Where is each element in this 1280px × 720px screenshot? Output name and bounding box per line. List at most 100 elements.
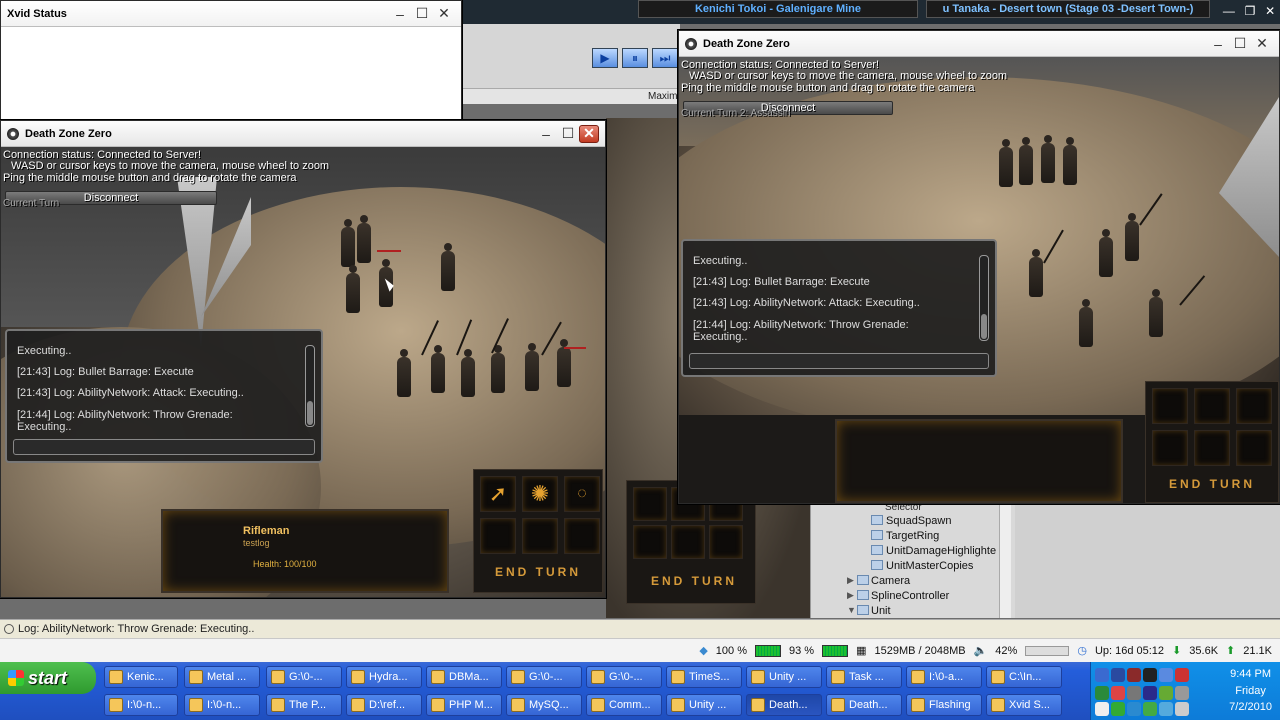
- ability-slot[interactable]: [1152, 430, 1188, 466]
- tray-app-icon[interactable]: [1159, 702, 1173, 716]
- expand-arrow-icon[interactable]: ▶: [847, 575, 854, 586]
- ally-soldier[interactable]: [431, 345, 445, 393]
- game-titlebar[interactable]: Death Zone Zero – ☐ ✕: [679, 31, 1279, 57]
- minimize-icon[interactable]: —: [1223, 4, 1235, 18]
- media-tab-2[interactable]: u Tanaka - Desert town (Stage 03 -Desert…: [926, 0, 1210, 18]
- volume-meter[interactable]: [1025, 645, 1070, 656]
- tray-app-icon[interactable]: [1143, 702, 1157, 716]
- taskbar-button[interactable]: Death...: [826, 694, 902, 716]
- tray-app-icon[interactable]: [1095, 686, 1109, 700]
- maximize-icon[interactable]: ☐: [411, 5, 433, 23]
- close-icon[interactable]: ✕: [1251, 35, 1273, 53]
- game-viewport[interactable]: Connection status: Connected to Server! …: [679, 57, 1279, 503]
- step-icon[interactable]: ⏭: [652, 48, 678, 68]
- ally-soldier[interactable]: [491, 345, 505, 393]
- close-icon[interactable]: ✕: [433, 5, 455, 23]
- ability-slot[interactable]: [1152, 388, 1188, 424]
- maximize-on-play-label[interactable]: Maxim: [648, 91, 677, 102]
- media-tab-1[interactable]: Kenichi Tokoi - Galenigare Mine: [638, 0, 918, 18]
- hierarchy-item[interactable]: Unit: [871, 605, 891, 617]
- taskbar-button[interactable]: Task ...: [826, 666, 902, 688]
- taskbar-button[interactable]: TimeS...: [666, 666, 742, 688]
- end-turn-button[interactable]: END TURN: [1145, 477, 1279, 491]
- ally-soldier[interactable]: [397, 349, 411, 397]
- taskbar-button[interactable]: Hydra...: [346, 666, 422, 688]
- ability-slot[interactable]: [522, 518, 558, 554]
- ability-slot[interactable]: [1236, 430, 1272, 466]
- close-icon[interactable]: ✕: [1265, 4, 1275, 18]
- taskbar-button[interactable]: G:\0-...: [586, 666, 662, 688]
- ability-slot[interactable]: [1194, 430, 1230, 466]
- log-scrollbar[interactable]: [305, 345, 315, 427]
- enemy-soldier[interactable]: [1041, 135, 1055, 183]
- tray-app-icon[interactable]: [1095, 668, 1109, 682]
- expand-arrow-icon[interactable]: ▶: [847, 590, 854, 601]
- enemy-soldier[interactable]: [1063, 137, 1077, 185]
- enemy-soldier[interactable]: [341, 219, 355, 267]
- tray-app-icon[interactable]: [1143, 668, 1157, 682]
- taskbar-button[interactable]: DBMa...: [426, 666, 502, 688]
- taskbar-button[interactable]: Unity ...: [746, 666, 822, 688]
- minimize-icon[interactable]: –: [389, 5, 411, 23]
- taskbar-button[interactable]: Xvid S...: [986, 694, 1062, 716]
- volume-icon[interactable]: 🔈: [974, 644, 988, 657]
- ability-slot[interactable]: [564, 518, 600, 554]
- hierarchy-item[interactable]: UnitMasterCopies: [886, 560, 973, 572]
- ally-soldier[interactable]: [1149, 289, 1163, 337]
- minimize-icon[interactable]: –: [1207, 35, 1229, 53]
- taskbar-button[interactable]: G:\0-...: [266, 666, 342, 688]
- move-ability-icon[interactable]: ➚: [480, 476, 516, 512]
- pause-icon[interactable]: ⏸: [622, 48, 648, 68]
- minimize-icon[interactable]: –: [535, 125, 557, 143]
- chat-input[interactable]: [13, 439, 315, 455]
- log-scrollbar[interactable]: [979, 255, 989, 341]
- enemy-soldier[interactable]: [999, 139, 1013, 187]
- hierarchy-scrollbar[interactable]: [999, 505, 1011, 618]
- taskbar-button[interactable]: I:\0-n...: [104, 694, 178, 716]
- tray-app-icon[interactable]: [1111, 668, 1125, 682]
- ally-soldier[interactable]: [557, 339, 571, 387]
- taskbar-button[interactable]: Kenic...: [104, 666, 178, 688]
- tray-app-icon[interactable]: [1175, 686, 1189, 700]
- taskbar-button[interactable]: C:\In...: [986, 666, 1062, 688]
- enemy-soldier[interactable]: [441, 243, 455, 291]
- taskbar-button[interactable]: Comm...: [586, 694, 662, 716]
- xvid-titlebar[interactable]: Xvid Status – ☐ ✕: [1, 1, 461, 27]
- enemy-soldier[interactable]: [1019, 137, 1033, 185]
- clock[interactable]: 9:44 PM Friday 7/2/2010: [1229, 668, 1272, 713]
- ally-soldier[interactable]: [1029, 249, 1043, 297]
- tray-app-icon[interactable]: [1127, 702, 1141, 716]
- taskbar-button[interactable]: MySQ...: [506, 694, 582, 716]
- tray-app-icon[interactable]: [1175, 668, 1189, 682]
- collapse-arrow-icon[interactable]: ▼: [847, 605, 856, 615]
- taskbar-button[interactable]: I:\0-a...: [906, 666, 982, 688]
- chat-input[interactable]: [689, 353, 989, 369]
- maximize-icon[interactable]: ☐: [1229, 35, 1251, 53]
- taskbar-button[interactable]: Flashing: [906, 694, 982, 716]
- tray-app-icon[interactable]: [1111, 686, 1125, 700]
- play-icon[interactable]: ▶: [592, 48, 618, 68]
- tray-app-icon[interactable]: [1127, 686, 1141, 700]
- taskbar-button[interactable]: Metal ...: [184, 666, 260, 688]
- restore-icon[interactable]: ❐: [1245, 4, 1256, 18]
- hierarchy-item[interactable]: Camera: [871, 575, 910, 587]
- tray-app-icon[interactable]: [1143, 686, 1157, 700]
- enemy-soldier[interactable]: [346, 265, 360, 313]
- taskbar-button[interactable]: D:\ref...: [346, 694, 422, 716]
- hierarchy-item[interactable]: SquadSpawn: [886, 515, 951, 527]
- ally-soldier[interactable]: [1079, 299, 1093, 347]
- start-button[interactable]: start: [0, 662, 96, 694]
- taskbar-button[interactable]: PHP M...: [426, 694, 502, 716]
- tray-app-icon[interactable]: [1175, 702, 1189, 716]
- ability-slot[interactable]: [1194, 388, 1230, 424]
- tray-app-icon[interactable]: [1127, 668, 1141, 682]
- taskbar-button[interactable]: Unity ...: [666, 694, 742, 716]
- close-icon[interactable]: ✕: [579, 124, 599, 143]
- maximize-icon[interactable]: ☐: [557, 125, 579, 143]
- ability-slot[interactable]: [480, 518, 516, 554]
- taskbar-button[interactable]: The P...: [266, 694, 342, 716]
- tray-app-icon[interactable]: [1111, 702, 1125, 716]
- game-viewport[interactable]: Connection status: Connected to Server! …: [1, 147, 605, 597]
- ally-soldier[interactable]: [461, 349, 475, 397]
- taskbar-button-active[interactable]: Death...: [746, 694, 822, 716]
